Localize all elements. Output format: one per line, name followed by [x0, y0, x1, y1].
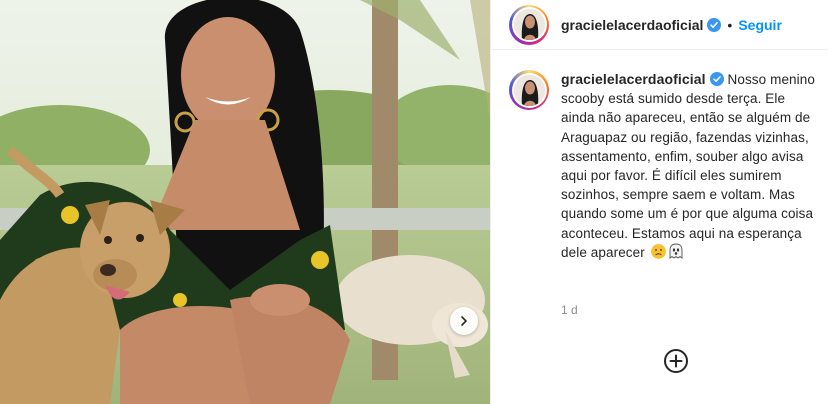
header-separator: •	[727, 16, 733, 33]
post-side-panel: gracielelacerdaoficial • Seguir graciele…	[490, 0, 828, 404]
header-username[interactable]: gracielelacerdaoficial	[561, 17, 703, 33]
verified-badge-icon	[707, 17, 722, 32]
avatar-border	[511, 72, 547, 108]
next-photo-button[interactable]	[450, 307, 478, 335]
post-header: gracielelacerdaoficial • Seguir	[491, 0, 828, 50]
instagram-post: gracielelacerdaoficial • Seguir graciele…	[0, 0, 828, 404]
plus-circle-icon[interactable]	[662, 347, 690, 375]
verified-badge-icon	[709, 72, 724, 86]
photo-woman-with-dogs	[0, 0, 490, 404]
caption-row: gracielelacerdaoficial Nosso menino scoo…	[509, 70, 821, 262]
story-avatar-ring[interactable]	[509, 4, 549, 45]
avatar	[513, 9, 545, 40]
ghost-emoji-icon	[669, 243, 683, 259]
avatar-photo	[513, 9, 545, 40]
caption-avatar-ring[interactable]	[509, 70, 549, 110]
caption-username[interactable]: gracielelacerdaoficial	[561, 71, 706, 87]
post-caption: gracielelacerdaoficial Nosso menino scoo…	[561, 70, 819, 262]
caption-text: Nosso menino scooby está sumido desde te…	[561, 72, 815, 260]
post-timestamp: 1 d	[561, 303, 578, 317]
follow-button[interactable]: Seguir	[738, 17, 782, 33]
caption-avatar	[513, 74, 545, 106]
avatar-photo	[513, 74, 545, 106]
post-photo[interactable]	[0, 0, 490, 404]
chevron-right-icon	[461, 316, 467, 326]
sad-face-emoji-icon	[650, 243, 666, 259]
avatar-border	[511, 7, 547, 42]
